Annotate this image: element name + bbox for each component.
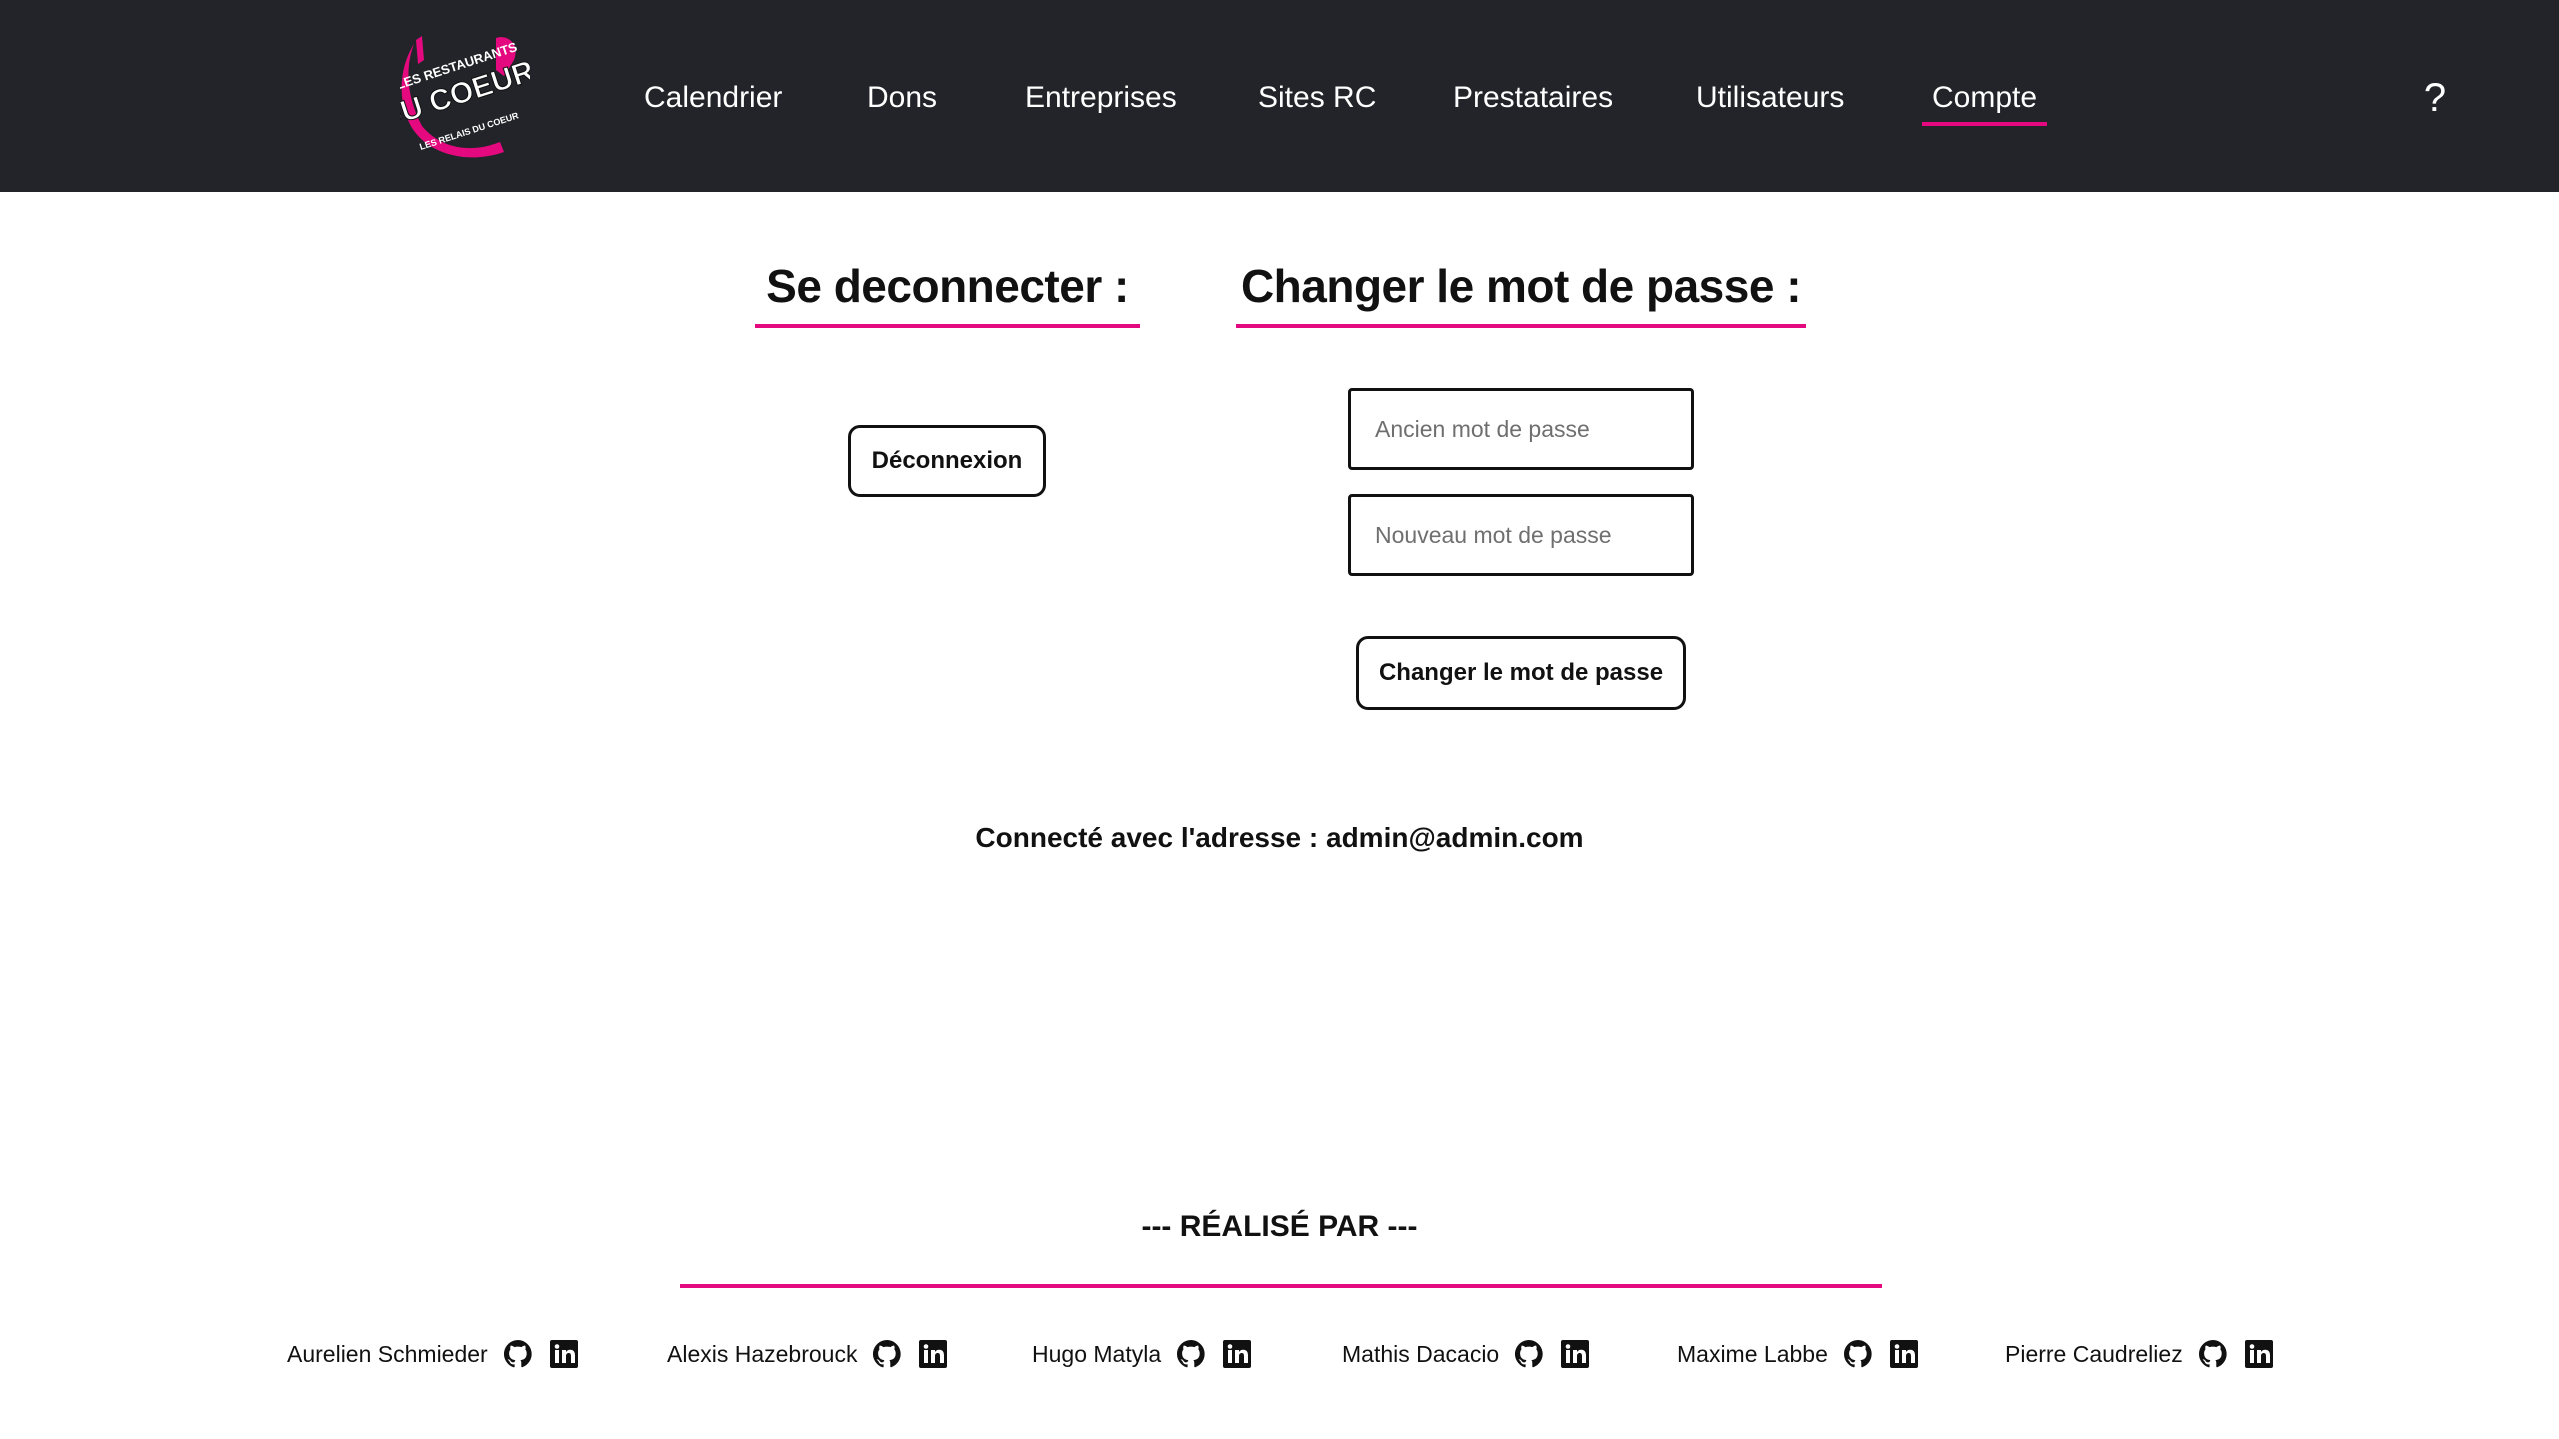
restos-du-coeur-logo[interactable]: LES RESTAURANTS DU COEUR LES RELAIS DU C…: [400, 30, 530, 160]
nav-prestataires[interactable]: Prestataires: [1453, 74, 1613, 122]
linkedin-icon[interactable]: [1559, 1338, 1591, 1370]
nav-compte[interactable]: Compte: [1921, 74, 2048, 126]
help-button[interactable]: ?: [2420, 70, 2450, 126]
credit-item: Pierre Caudreliez: [2005, 1334, 2275, 1374]
new-password-input[interactable]: [1348, 494, 1694, 576]
credit-item: Mathis Dacacio: [1342, 1334, 1591, 1374]
linkedin-icon[interactable]: [2243, 1338, 2275, 1370]
change-password-title-underline: [1236, 324, 1806, 328]
linkedin-icon[interactable]: [1888, 1338, 1920, 1370]
credit-item: Hugo Matyla: [1032, 1334, 1253, 1374]
github-icon[interactable]: [1842, 1338, 1874, 1370]
nav-dons[interactable]: Dons: [867, 74, 937, 122]
nav-entreprises[interactable]: Entreprises: [1025, 74, 1177, 122]
linkedin-icon[interactable]: [548, 1338, 580, 1370]
logout-title-underline: [755, 324, 1140, 328]
github-icon[interactable]: [1513, 1338, 1545, 1370]
credit-item: Aurelien Schmieder: [287, 1334, 580, 1374]
linkedin-icon[interactable]: [1221, 1338, 1253, 1370]
github-icon[interactable]: [871, 1338, 903, 1370]
author-name: Alexis Hazebrouck: [667, 1340, 858, 1367]
nav-sites-rc[interactable]: Sites RC: [1258, 74, 1376, 122]
github-icon[interactable]: [502, 1338, 534, 1370]
github-icon[interactable]: [2197, 1338, 2229, 1370]
footer-credits-title: --- RÉALISÉ PAR ---: [1141, 1210, 1418, 1243]
github-icon[interactable]: [1175, 1338, 1207, 1370]
footer-divider: [680, 1284, 1882, 1288]
credit-item: Alexis Hazebrouck: [667, 1334, 949, 1374]
logout-button[interactable]: Déconnexion: [848, 425, 1046, 497]
author-name: Aurelien Schmieder: [287, 1340, 488, 1367]
nav-calendrier[interactable]: Calendrier: [644, 74, 782, 122]
top-navbar: LES RESTAURANTS DU COEUR LES RELAIS DU C…: [0, 0, 2559, 192]
logout-title: Se deconnecter :: [766, 260, 1129, 312]
old-password-input[interactable]: [1348, 388, 1694, 470]
author-name: Pierre Caudreliez: [2005, 1340, 2183, 1367]
connected-email-text: Connecté avec l'adresse : admin@admin.co…: [975, 822, 1584, 853]
author-name: Hugo Matyla: [1032, 1340, 1162, 1367]
change-password-title: Changer le mot de passe :: [1240, 260, 1802, 312]
author-name: Mathis Dacacio: [1342, 1340, 1500, 1367]
author-name: Maxime Labbe: [1677, 1340, 1828, 1367]
nav-utilisateurs[interactable]: Utilisateurs: [1696, 74, 1844, 122]
credit-item: Maxime Labbe: [1677, 1334, 1920, 1374]
change-password-button[interactable]: Changer le mot de passe: [1356, 636, 1686, 710]
linkedin-icon[interactable]: [917, 1338, 949, 1370]
